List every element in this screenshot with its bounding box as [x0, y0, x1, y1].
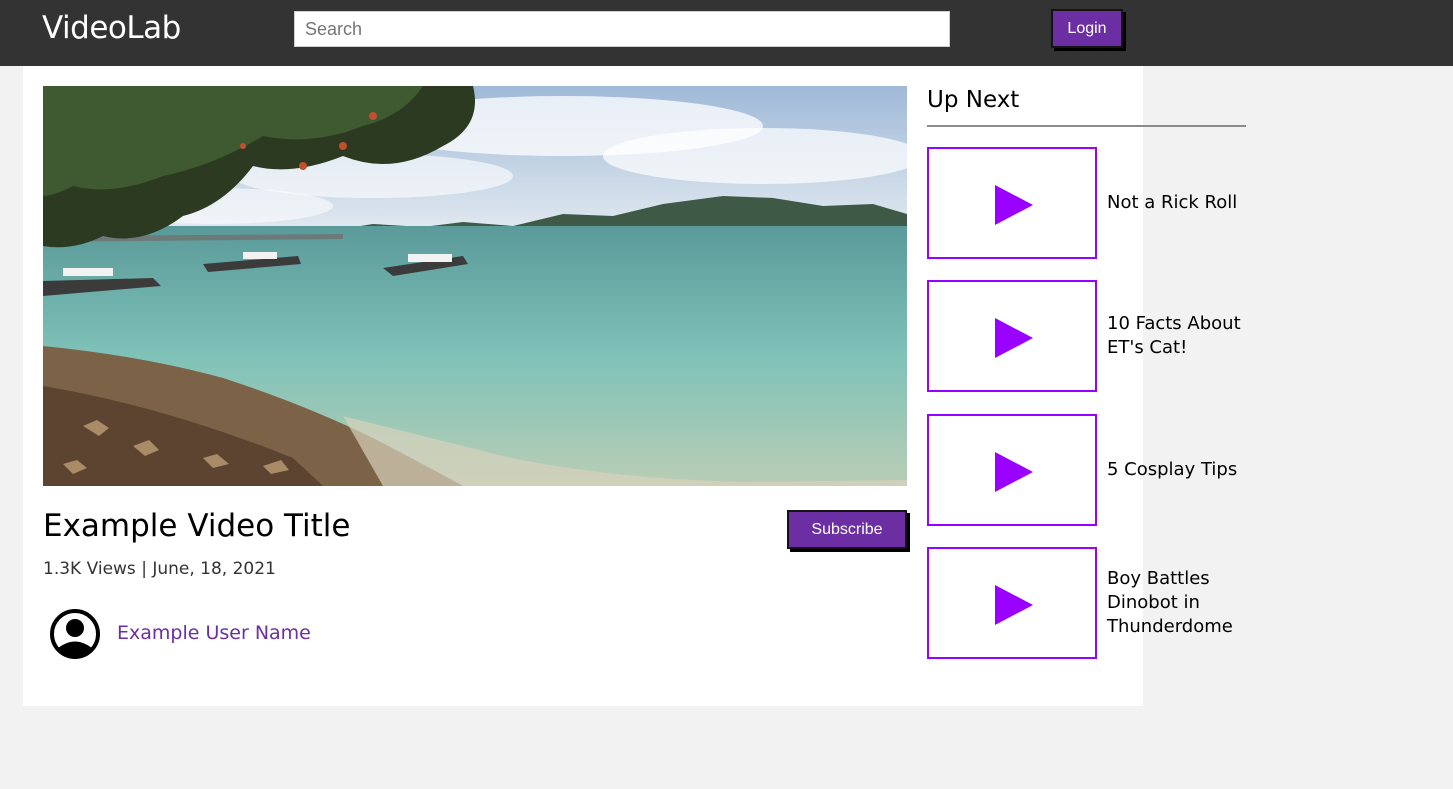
up-next-item[interactable]: 5 Cosplay Tips — [927, 414, 1257, 526]
up-next-title[interactable]: 5 Cosplay Tips — [1107, 414, 1257, 526]
login-button[interactable]: Login — [1051, 9, 1123, 48]
up-next-item[interactable]: Boy Battles Dinobot in Thunderdome — [927, 547, 1257, 659]
top-navigation-bar: VideoLab Login — [0, 0, 1453, 66]
up-next-title[interactable]: 10 Facts About ET's Cat! — [1107, 280, 1257, 392]
up-next-divider — [927, 125, 1246, 127]
up-next-thumbnail[interactable] — [927, 147, 1097, 259]
video-player[interactable] — [43, 86, 907, 486]
up-next-heading: Up Next — [927, 87, 1020, 113]
site-logo[interactable]: VideoLab — [42, 10, 181, 46]
up-next-item[interactable]: Not a Rick Roll — [927, 147, 1257, 259]
user-avatar-icon[interactable] — [50, 609, 100, 659]
up-next-thumbnail[interactable] — [927, 414, 1097, 526]
up-next-title[interactable]: Not a Rick Roll — [1107, 147, 1257, 259]
up-next-thumbnail[interactable] — [927, 280, 1097, 392]
up-next-item[interactable]: 10 Facts About ET's Cat! — [927, 280, 1257, 392]
video-meta: 1.3K Views | June, 18, 2021 — [43, 559, 276, 579]
play-icon — [995, 585, 1033, 625]
channel-user-name[interactable]: Example User Name — [117, 622, 311, 644]
play-icon — [995, 185, 1033, 225]
search-input[interactable] — [294, 11, 950, 47]
up-next-thumbnail[interactable] — [927, 547, 1097, 659]
play-icon — [995, 452, 1033, 492]
beach-scene-image — [43, 86, 907, 486]
video-title: Example Video Title — [43, 508, 351, 544]
up-next-title[interactable]: Boy Battles Dinobot in Thunderdome — [1107, 547, 1257, 659]
subscribe-button[interactable]: Subscribe — [787, 510, 907, 549]
play-icon — [995, 318, 1033, 358]
